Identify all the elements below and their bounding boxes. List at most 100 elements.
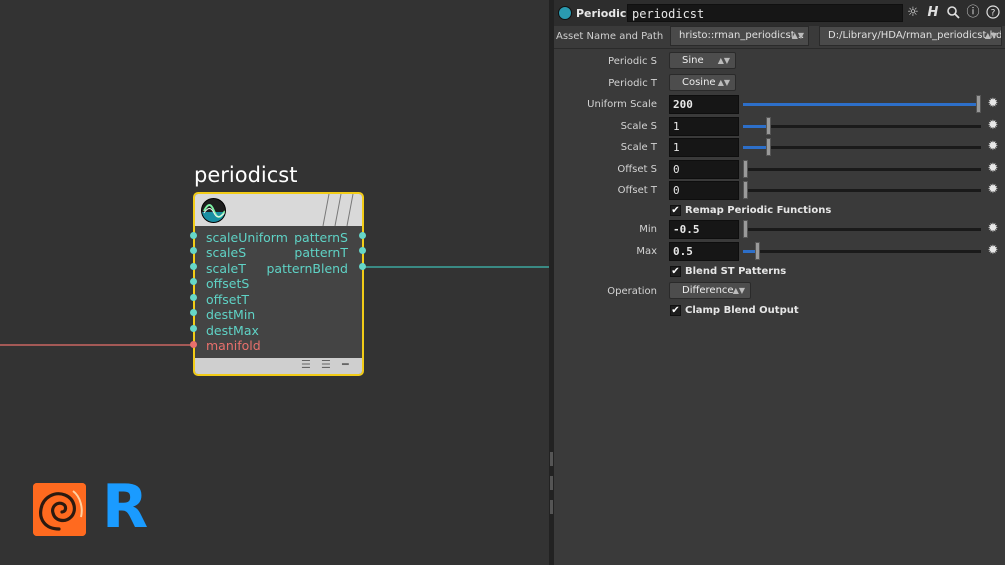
- input-scaleS[interactable]: scaleS: [206, 245, 246, 260]
- manifold-dot[interactable]: [190, 341, 197, 348]
- input-dot[interactable]: [190, 232, 197, 239]
- menu-arrow-icon: ▲▼: [717, 56, 730, 65]
- input-scaleUniform[interactable]: scaleUniform: [206, 230, 288, 245]
- uniform-scale-gear-icon[interactable]: ✹: [986, 97, 1000, 111]
- offset-t-label: Offset T: [617, 185, 657, 196]
- settings-gear-icon[interactable]: ☼: [905, 5, 921, 21]
- scale-s-gear-icon[interactable]: ✹: [986, 119, 1000, 133]
- node-type-icon: [558, 6, 572, 20]
- uniform-scale-label: Uniform Scale: [587, 99, 657, 110]
- offset-s-field[interactable]: 0: [669, 160, 739, 179]
- scale-t-field[interactable]: 1: [669, 138, 739, 157]
- renderman-logo-icon: R: [102, 472, 149, 542]
- clamp-label: Clamp Blend Output: [685, 305, 799, 316]
- info-icon[interactable]: ⓘ: [965, 5, 981, 21]
- output-dot[interactable]: [359, 232, 366, 239]
- slider-handle[interactable]: [766, 117, 771, 135]
- slider-handle[interactable]: [766, 138, 771, 156]
- splitter-grip[interactable]: [550, 476, 553, 490]
- houdini-help-icon[interactable]: H: [925, 5, 941, 21]
- output-patternBlend[interactable]: patternBlend: [266, 261, 348, 276]
- input-manifold[interactable]: manifold: [206, 338, 261, 353]
- remap-checkbox[interactable]: ✔: [670, 205, 681, 216]
- min-slider[interactable]: [743, 220, 981, 238]
- help-icon[interactable]: ?: [985, 5, 1001, 21]
- parameter-panel: Periodic ST periodicst ☼ H ⓘ ? Asset Nam…: [554, 0, 1005, 565]
- periodic-t-value: Cosine: [682, 77, 716, 88]
- clamp-checkbox[interactable]: ✔: [670, 305, 681, 316]
- parameter-toolbar: Periodic ST periodicst ☼ H ⓘ ?: [554, 0, 1005, 26]
- operation-value: Difference: [682, 285, 734, 296]
- scale-s-field[interactable]: 1: [669, 117, 739, 136]
- splitter-grip[interactable]: [550, 452, 553, 466]
- periodic-s-value: Sine: [682, 55, 704, 66]
- periodic-t-menu[interactable]: Cosine ▲▼: [669, 74, 736, 91]
- slider-handle[interactable]: [976, 95, 981, 113]
- splitter-grip[interactable]: [550, 500, 553, 514]
- input-dot[interactable]: [190, 278, 197, 285]
- output-dot[interactable]: [359, 247, 366, 254]
- min-field[interactable]: -0.5: [669, 220, 739, 239]
- offset-t-slider[interactable]: [743, 181, 981, 199]
- node-header[interactable]: [195, 194, 362, 226]
- slider-handle[interactable]: [755, 242, 760, 260]
- slider-handle[interactable]: [743, 220, 748, 238]
- scale-t-slider[interactable]: [743, 138, 981, 156]
- asset-name-menu[interactable]: hristo::rman_periodicst... ▲▼: [670, 26, 809, 46]
- menu-arrow-icon: ▲▼: [984, 31, 997, 40]
- node-name-field[interactable]: periodicst: [627, 4, 903, 22]
- max-field[interactable]: 0.5: [669, 242, 739, 261]
- output-dot[interactable]: [359, 263, 366, 270]
- periodic-wave-icon: [201, 198, 226, 223]
- input-destMin[interactable]: destMin: [206, 307, 255, 322]
- output-patternT[interactable]: patternT: [294, 245, 348, 260]
- uniform-scale-slider[interactable]: [743, 95, 981, 113]
- input-scaleT[interactable]: scaleT: [206, 261, 246, 276]
- slider-handle[interactable]: [743, 160, 748, 178]
- menu-arrow-icon: ▲▼: [717, 78, 730, 87]
- svg-text:?: ?: [991, 9, 996, 19]
- input-dot[interactable]: [190, 247, 197, 254]
- periodic-t-label: Periodic T: [608, 78, 657, 89]
- input-destMax[interactable]: destMax: [206, 323, 259, 338]
- max-slider[interactable]: [743, 242, 981, 260]
- output-patternS[interactable]: patternS: [294, 230, 348, 245]
- input-offsetS[interactable]: offsetS: [206, 276, 249, 291]
- node-periodicst[interactable]: scaleUniform scaleS scaleT offsetS offse…: [193, 192, 364, 376]
- max-gear-icon[interactable]: ✹: [986, 244, 1000, 258]
- scale-s-slider[interactable]: [743, 117, 981, 135]
- houdini-logo-icon: [33, 483, 86, 536]
- node-footer: ☰ ☰ ━: [195, 358, 362, 374]
- scale-s-label: Scale S: [620, 121, 657, 132]
- asset-name-value: hristo::rman_periodicst...: [679, 30, 805, 41]
- periodic-s-menu[interactable]: Sine ▲▼: [669, 52, 736, 69]
- network-editor[interactable]: periodicst scaleUniform scaleS scaleT of…: [0, 0, 549, 565]
- input-dot[interactable]: [190, 325, 197, 332]
- input-dot[interactable]: [190, 263, 197, 270]
- blend-label: Blend ST Patterns: [685, 266, 787, 277]
- input-offsetT[interactable]: offsetT: [206, 292, 249, 307]
- offset-t-gear-icon[interactable]: ✹: [986, 183, 1000, 197]
- min-gear-icon[interactable]: ✹: [986, 222, 1000, 236]
- operation-menu[interactable]: Difference ▲▼: [669, 282, 751, 299]
- scale-t-gear-icon[interactable]: ✹: [986, 140, 1000, 154]
- search-icon[interactable]: [945, 5, 961, 21]
- offset-t-field[interactable]: 0: [669, 181, 739, 200]
- offset-s-gear-icon[interactable]: ✹: [986, 162, 1000, 176]
- periodic-s-label: Periodic S: [608, 56, 657, 67]
- remap-label: Remap Periodic Functions: [685, 205, 832, 216]
- scale-t-label: Scale T: [620, 142, 657, 153]
- menu-arrow-icon: ▲▼: [732, 286, 745, 295]
- offset-s-slider[interactable]: [743, 160, 981, 178]
- asset-path-menu[interactable]: D:/Library/HDA/rman_periodicst.hda ▲▼: [819, 26, 1002, 46]
- input-dot[interactable]: [190, 309, 197, 316]
- slider-handle[interactable]: [743, 181, 748, 199]
- menu-arrow-icon: ▲▼: [791, 31, 804, 40]
- operation-label: Operation: [607, 286, 657, 297]
- uniform-scale-field[interactable]: 200: [669, 95, 739, 114]
- offset-s-label: Offset S: [617, 164, 657, 175]
- min-label: Min: [639, 224, 657, 235]
- blend-checkbox[interactable]: ✔: [670, 266, 681, 277]
- input-dot[interactable]: [190, 294, 197, 301]
- node-flags-icon[interactable]: [315, 194, 363, 226]
